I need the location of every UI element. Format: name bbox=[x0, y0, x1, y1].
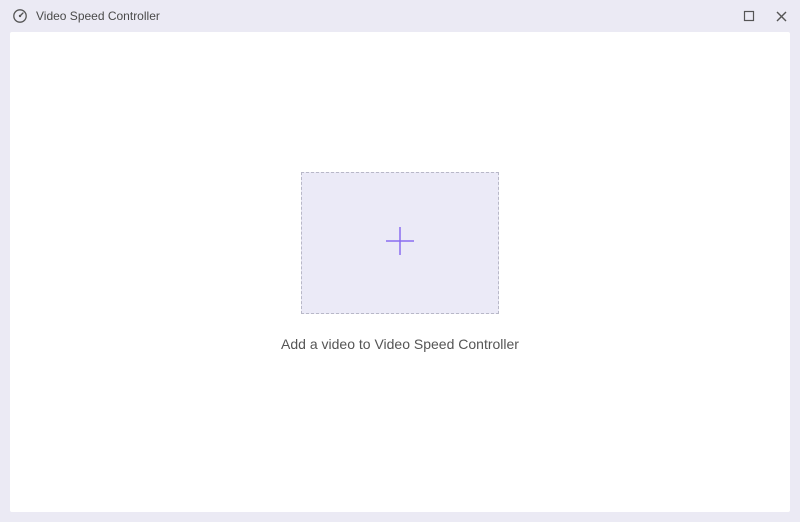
app-icon bbox=[12, 8, 28, 24]
close-icon bbox=[775, 10, 788, 23]
content-area: Add a video to Video Speed Controller bbox=[10, 32, 790, 512]
close-button[interactable] bbox=[772, 7, 790, 25]
app-title: Video Speed Controller bbox=[36, 9, 160, 23]
maximize-button[interactable] bbox=[740, 7, 758, 25]
plus-icon bbox=[380, 221, 420, 266]
titlebar: Video Speed Controller bbox=[0, 0, 800, 32]
titlebar-controls bbox=[740, 7, 790, 25]
maximize-icon bbox=[743, 10, 755, 22]
app-window: Video Speed Controller bbox=[0, 0, 800, 522]
titlebar-left: Video Speed Controller bbox=[12, 8, 160, 24]
add-video-dropzone[interactable] bbox=[301, 172, 499, 314]
instruction-text: Add a video to Video Speed Controller bbox=[281, 336, 519, 352]
